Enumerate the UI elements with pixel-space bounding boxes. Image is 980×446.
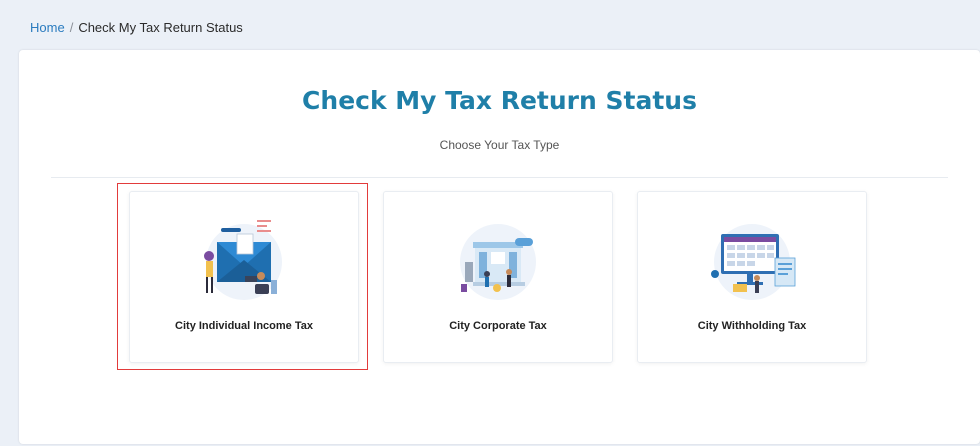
breadcrumb-separator: / — [69, 20, 74, 35]
envelope-illustration-icon — [204, 220, 282, 300]
card-label: City Corporate Tax — [449, 320, 547, 332]
page-title: Check My Tax Return Status — [302, 86, 697, 115]
content-panel: Check My Tax Return Status Choose Your T… — [19, 50, 980, 444]
card-label: City Withholding Tax — [697, 320, 807, 332]
breadcrumb-current: Check My Tax Return Status — [78, 20, 243, 35]
corporate-building-illustration-icon — [460, 224, 536, 300]
tax-type-card-withholding[interactable]: City Withholding Tax — [637, 191, 867, 363]
tax-type-card-corporate[interactable]: City Corporate Tax — [383, 191, 613, 363]
calendar-monitor-illustration-icon — [711, 224, 796, 300]
tax-type-card-individual[interactable]: City Individual Income Tax — [129, 191, 359, 363]
breadcrumb: Home / Check My Tax Return Status — [30, 20, 243, 35]
breadcrumb-home-link[interactable]: Home — [30, 20, 65, 35]
page-subtitle: Choose Your Tax Type — [439, 138, 560, 152]
card-label: City Individual Income Tax — [175, 320, 313, 332]
divider — [51, 177, 948, 178]
